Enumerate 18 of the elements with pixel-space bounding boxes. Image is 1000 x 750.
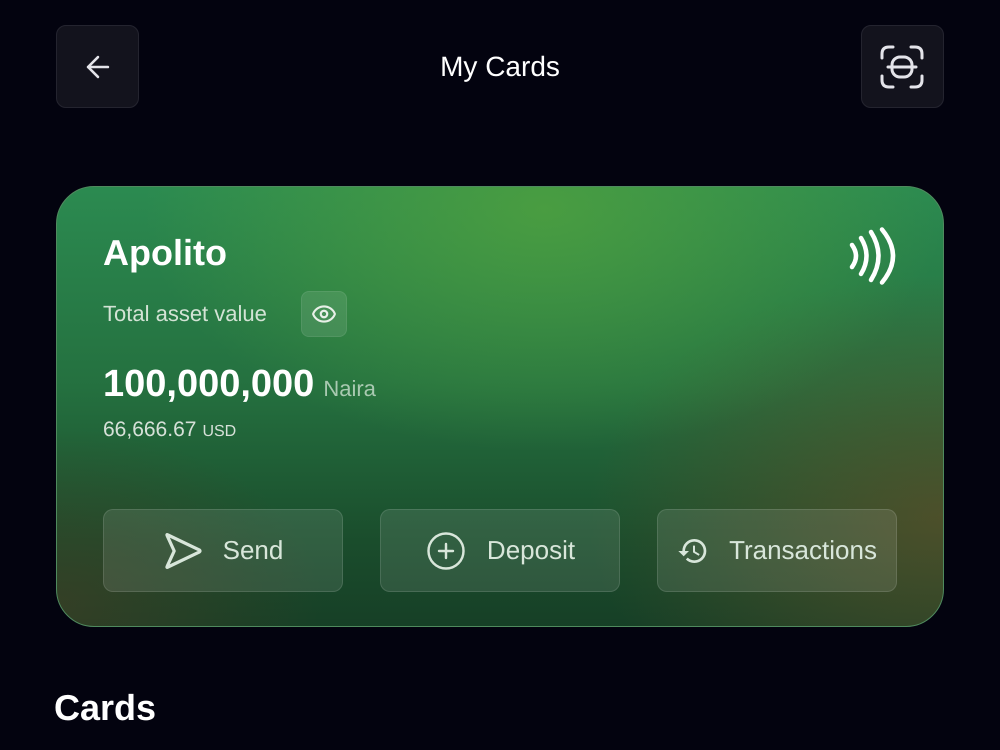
show-balance-button[interactable] — [300, 291, 347, 337]
card-name: Apolito — [103, 231, 227, 275]
balance-amount: 100,000,000 — [103, 362, 314, 407]
scan-button[interactable] — [860, 25, 944, 108]
converted-amount: 66,666.67 — [103, 417, 196, 443]
back-button[interactable] — [56, 25, 139, 108]
contactless-icon — [849, 227, 897, 285]
currency-label: Naira — [323, 375, 376, 403]
plus-circle-icon — [424, 530, 467, 572]
scan-icon — [880, 44, 924, 88]
converted-currency: USD — [202, 422, 236, 442]
send-button[interactable]: Send — [103, 509, 343, 592]
page-title: My Cards — [440, 50, 560, 84]
section-title: Cards — [54, 686, 156, 730]
deposit-button[interactable]: Deposit — [380, 509, 620, 592]
balance-label: Total asset value — [103, 300, 267, 328]
send-icon — [162, 530, 203, 570]
transactions-button[interactable]: Transactions — [657, 509, 897, 592]
